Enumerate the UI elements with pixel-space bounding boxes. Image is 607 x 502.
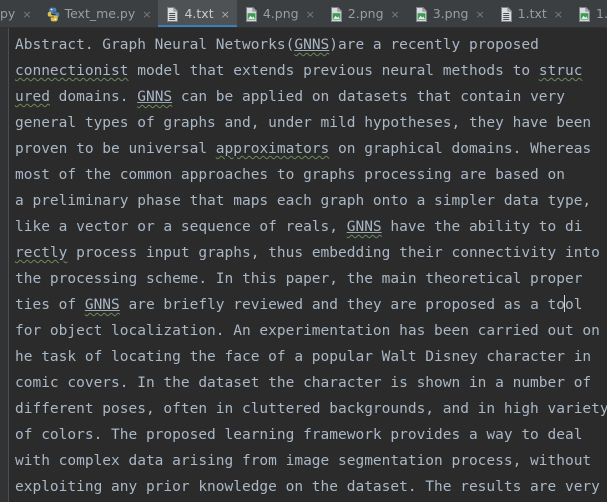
tab-label: Text_me.py [64,6,136,21]
text-run: on graphical domains. Whereas [329,141,592,157]
editor-line[interactable]: a preliminary phase that maps each graph… [15,188,607,214]
tab-label: py [0,6,16,21]
spellcheck-word: GNNS [84,297,120,313]
close-icon[interactable]: × [142,9,151,20]
editor-line[interactable]: connectionist model that extends previou… [15,58,607,84]
text-run: ties of [15,297,85,313]
close-icon[interactable]: × [391,9,400,20]
editor-line[interactable]: the processing scheme. In this paper, th… [15,266,607,292]
editor-tab-2-png[interactable]: 2.png × [322,0,407,27]
spellcheck-word: GNNS [346,219,382,235]
text-run: have the ability to di [381,219,583,235]
editor-line[interactable]: proven to be universal approximators on … [15,136,607,162]
close-icon[interactable]: × [475,9,484,20]
editor-line[interactable]: for object localization. An experimentat… [15,318,607,344]
editor-tab-4-txt[interactable]: 4.txt × [158,0,237,27]
image-file-icon [245,6,257,22]
highlighted-token[interactable]: GNNS [85,297,120,313]
text-run: process input graphs, thus embedding the… [67,245,600,261]
editor-line[interactable]: different poses, often in cluttered back… [15,396,607,422]
spellcheck-word: approximators [215,141,330,157]
editor-line[interactable]: comic covers. In the dataset the charact… [15,370,607,396]
text-run: ol [564,297,583,313]
editor-line[interactable]: ties of GNNS are briefly reviewed and th… [15,292,607,318]
editor-line[interactable]: ured domains. GNNS can be applied on dat… [15,84,607,110]
editor-line[interactable]: he task of locating the face of a popula… [15,344,607,370]
editor-tab-bar[interactable]: py × Text_me.py × 4.txt × 4.png × 2.png × 3.png × 1.… [0,0,607,28]
image-file-icon [330,6,342,22]
text-run: Abstract. Graph Neural Networks( [15,37,295,53]
spellcheck-word: rectly [15,245,68,261]
text-run: he task of locating the face of a popula… [15,349,592,365]
close-icon[interactable]: × [22,9,31,20]
spellcheck-word: struc [538,63,583,79]
spellcheck-word: connectionist [15,63,129,79]
editor-line[interactable]: general types of graphs and, under mild … [15,110,607,136]
highlighted-token[interactable]: GNNS [294,37,329,53]
text-run: with complex data arising from image seg… [15,453,592,469]
editor-text-content[interactable]: Abstract. Graph Neural Networks(GNNS)are… [9,28,607,502]
tab-label: 3.png [432,6,469,21]
tab-label: 4.png [262,6,299,21]
editor-line[interactable]: rectly process input graphs, thus embedd… [15,240,607,266]
highlighted-token[interactable]: GNNS [347,219,382,235]
text-file-icon [500,6,512,22]
editor-area[interactable]: Abstract. Graph Neural Networks(GNNS)are… [0,28,607,502]
spellcheck-word: GNNS [294,37,330,53]
text-run: exploiting any prior knowledge on the da… [15,479,600,495]
close-icon[interactable]: × [306,9,315,20]
close-icon[interactable]: × [554,9,563,20]
text-run: for object localization. An experimentat… [15,323,600,339]
text-run: proven to be universal [15,141,216,157]
python-file-icon [47,7,59,21]
text-run: the processing scheme. In this paper, th… [15,271,583,287]
spellcheck-word: ured [15,89,50,105]
editor-line[interactable]: Abstract. Graph Neural Networks(GNNS)are… [15,32,607,58]
text-run: domains. [49,89,138,105]
text-file-icon [167,6,179,22]
text-run: )are a recently proposed [329,37,539,53]
editor-gutter [0,28,9,502]
text-run: different poses, often in cluttered back… [15,401,607,417]
tab-label: 1.png [596,6,607,21]
image-file-icon [415,6,427,22]
tab-label: 4.txt [184,6,214,21]
editor-tab-py[interactable]: py × [0,0,39,27]
tab-label: 2.png [347,6,384,21]
text-run: of colors. The proposed learning framewo… [15,427,583,443]
text-run: general types of graphs and, under mild … [15,115,592,131]
editor-line[interactable]: of colors. The proposed learning framewo… [15,422,607,448]
image-file-icon [579,6,591,22]
tab-label: 1.txt [517,6,547,21]
editor-tab-3-png[interactable]: 3.png × [407,0,492,27]
editor-line[interactable]: most of the common approaches to graphs … [15,162,607,188]
text-run: comic covers. In the dataset the charact… [15,375,592,391]
close-icon[interactable]: × [221,9,230,20]
editor-tab-4-png[interactable]: 4.png × [237,0,322,27]
editor-line[interactable]: like a vector or a sequence of reals, GN… [15,214,607,240]
text-run: model that extends previous neural metho… [128,63,539,79]
text-run: most of the common approaches to graphs … [15,167,565,183]
spellcheck-word: GNNS [137,89,173,105]
text-run: like a vector or a sequence of reals, [15,219,347,235]
editor-tab-1-png[interactable]: 1.png× [570,0,607,27]
highlighted-token[interactable]: GNNS [137,89,172,105]
text-run: are briefly reviewed and they are propos… [119,297,565,313]
editor-line[interactable]: with complex data arising from image seg… [15,448,607,474]
editor-tab-text-me-py[interactable]: Text_me.py × [39,0,159,27]
text-run: can be applied on datasets that contain … [172,89,565,105]
editor-line[interactable]: exploiting any prior knowledge on the da… [15,474,607,500]
editor-tab-1-txt[interactable]: 1.txt × [492,0,570,27]
text-run: a preliminary phase that maps each graph… [15,193,592,209]
